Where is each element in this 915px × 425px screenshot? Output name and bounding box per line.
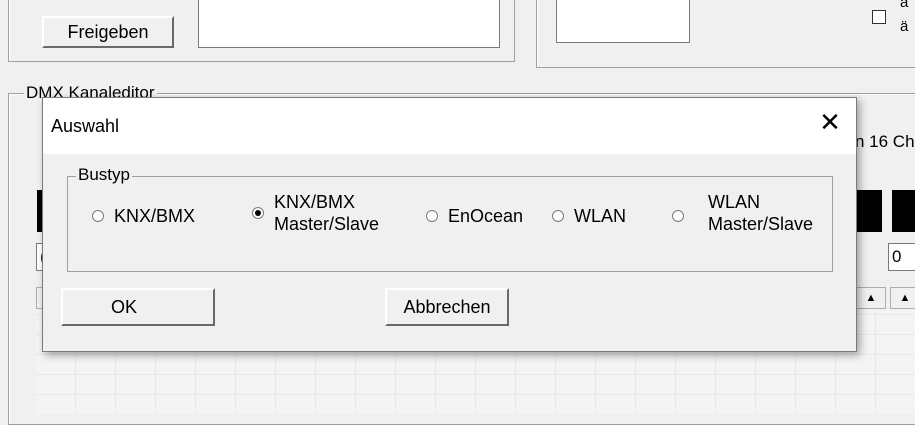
- auswahl-dialog: Auswahl ✕ Bustyp KNX/BMX KNX/BMX Master/…: [42, 97, 857, 352]
- radio-knx-bmx[interactable]: KNX/BMX: [92, 205, 195, 227]
- ok-button-label: OK: [111, 296, 138, 317]
- channel-bar-right-2: [892, 190, 915, 232]
- bustyp-group-label: Bustyp: [76, 165, 132, 184]
- radio-indicator: [92, 210, 104, 222]
- freigeben-button-label: Freigeben: [67, 21, 149, 42]
- radio-indicator: [426, 210, 438, 222]
- radio-enocean[interactable]: EnOcean: [426, 205, 523, 227]
- freigeben-button[interactable]: Freigeben: [42, 16, 174, 48]
- radio-wlan-master-slave[interactable]: WLAN Master/Slave: [672, 191, 813, 235]
- up-arrow-icon: ▲: [899, 292, 911, 304]
- bustyp-groupbox: Bustyp KNX/BMX KNX/BMX Master/Slave EnOc…: [67, 166, 833, 272]
- ok-button[interactable]: OK: [61, 288, 215, 326]
- checkbox-label-bottom: ä: [900, 18, 909, 35]
- radio-label: WLAN: [574, 206, 627, 226]
- channel-bar-right-1: [856, 190, 882, 232]
- radio-label: WLAN Master/Slave: [708, 192, 814, 234]
- abbrechen-button-label: Abbrechen: [403, 296, 491, 317]
- radio-indicator: [252, 207, 264, 219]
- radio-wlan[interactable]: WLAN: [552, 205, 626, 227]
- radio-indicator: [552, 210, 564, 222]
- spin-up-button-right-2[interactable]: ▲: [890, 287, 915, 309]
- radio-label: EnOcean: [448, 206, 524, 226]
- channel-value-field-right[interactable]: 0: [888, 243, 915, 271]
- top-right-list-field[interactable]: [556, 0, 690, 43]
- abbrechen-button[interactable]: Abbrechen: [385, 288, 509, 326]
- radio-label: KNX/BMX Master/Slave: [274, 192, 380, 234]
- checkbox-label-top: a: [900, 0, 909, 11]
- radio-label: KNX/BMX: [114, 206, 196, 226]
- channel-count-label: n 16 Ch: [855, 132, 915, 151]
- options-checkbox[interactable]: [872, 10, 886, 24]
- dialog-title: Auswahl: [51, 115, 120, 136]
- radio-knx-bmx-master-slave[interactable]: KNX/BMX Master/Slave: [252, 191, 379, 235]
- dialog-titlebar: Auswahl ✕: [43, 98, 856, 154]
- freigeben-text-field[interactable]: [198, 0, 500, 48]
- spin-up-button-right-1[interactable]: ▲: [856, 287, 886, 309]
- radio-indicator: [672, 210, 684, 222]
- close-icon[interactable]: ✕: [816, 107, 844, 137]
- up-arrow-icon: ▲: [865, 292, 877, 304]
